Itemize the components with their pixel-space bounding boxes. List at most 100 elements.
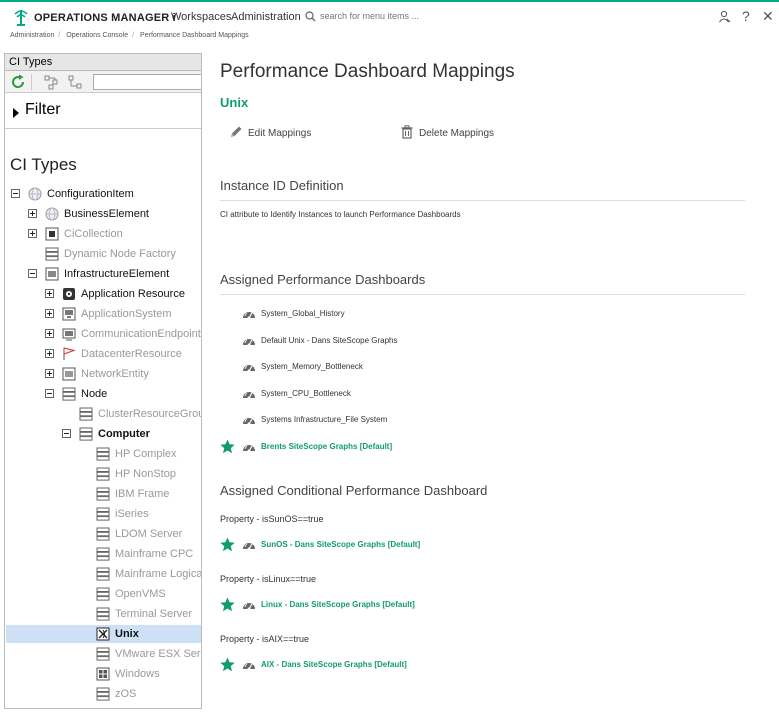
tree-node[interactable]: CommunicationEndpoint	[5, 325, 201, 343]
menu-search[interactable]	[305, 10, 425, 26]
ci-type-subtitle: Unix	[220, 95, 249, 110]
expand-plus-icon[interactable]	[45, 289, 54, 298]
caret-right-icon	[13, 108, 19, 118]
condition-property: Property - isAIX==true	[220, 634, 310, 644]
gauge-icon	[242, 387, 256, 405]
tree-node[interactable]: LDOM Server	[5, 525, 201, 543]
tree-node[interactable]: Application Resource	[5, 285, 201, 303]
tree-node[interactable]: VMware ESX Ser	[5, 645, 201, 663]
tree-node[interactable]: zOS	[5, 685, 201, 703]
filter-toggle[interactable]: Filter	[5, 93, 201, 129]
breadcrumb-administration[interactable]: Administration	[10, 32, 54, 39]
tree-node[interactable]: Node	[5, 385, 201, 403]
tree-node-label: InfrastructureElement	[64, 268, 170, 280]
tree-node[interactable]: CiCollection	[5, 225, 201, 243]
default-dashboard-item[interactable]: Brents SiteScope Graphs [Default]	[220, 439, 620, 454]
filter-label: Filter	[25, 101, 61, 118]
tree-node[interactable]: HP NonStop	[5, 465, 201, 483]
expand-plus-icon[interactable]	[45, 349, 54, 358]
tree-node[interactable]: BusinessElement	[5, 205, 201, 223]
tree-node[interactable]: Unix	[5, 625, 201, 643]
tree-node[interactable]: Mainframe Logica	[5, 565, 201, 583]
collapse-all-icon[interactable]	[67, 74, 83, 90]
tree-node-label: Unix	[115, 628, 139, 640]
tree-node-label: Computer	[98, 428, 150, 440]
tree-node[interactable]: Mainframe CPC	[5, 545, 201, 563]
conditional-dashboard-item[interactable]: Linux - Dans SiteScope Graphs [Default]	[220, 597, 620, 612]
tree-node[interactable]: DatacenterResource	[5, 345, 201, 363]
expand-plus-icon[interactable]	[45, 369, 54, 378]
tree-node-label: Node	[81, 388, 108, 400]
conditional-dashboard-item[interactable]: SunOS - Dans SiteScope Graphs [Default]	[220, 537, 620, 552]
server-icon	[96, 587, 110, 601]
tree-node-label: Mainframe CPC	[115, 548, 194, 560]
gauge-icon	[242, 307, 256, 325]
gauge-icon	[242, 538, 256, 556]
condition-property: Property - isSunOS==true	[220, 514, 324, 524]
dashboard-item[interactable]: Systems Infrastructure_File System	[220, 413, 620, 427]
tree-node[interactable]: Computer	[5, 425, 201, 443]
expand-plus-icon[interactable]	[45, 329, 54, 338]
collapse-minus-icon[interactable]	[62, 429, 71, 438]
tree-node[interactable]: ApplicationSystem	[5, 305, 201, 323]
tree-node[interactable]: iSeries	[5, 505, 201, 523]
tree-node-label: ConfigurationItem	[47, 188, 134, 200]
server-icon	[96, 527, 110, 541]
server-icon	[79, 427, 93, 441]
expand-plus-icon[interactable]	[28, 229, 37, 238]
tree-node[interactable]: ConfigurationItem	[5, 185, 201, 203]
collapse-minus-icon[interactable]	[45, 389, 54, 398]
server-icon	[96, 507, 110, 521]
search-input[interactable]	[320, 11, 420, 21]
tree-node[interactable]: OpenVMS	[5, 585, 201, 603]
tree-node[interactable]: Terminal Server	[5, 605, 201, 623]
tree-node[interactable]: ClusterResourceGrou	[5, 405, 201, 423]
tree-node-label: HP Complex	[115, 448, 177, 460]
tree-node[interactable]: NetworkEntity	[5, 365, 201, 383]
collapse-minus-icon[interactable]	[11, 189, 20, 198]
tree-node-label: CommunicationEndpoint	[81, 328, 201, 340]
tree-node-label: Dynamic Node Factory	[64, 248, 176, 260]
tree-node[interactable]: Dynamic Node Factory	[5, 245, 201, 263]
tree-node-label: CiCollection	[64, 228, 123, 240]
nav-administration[interactable]: Administration	[231, 11, 301, 23]
tree-node-label: LDOM Server	[115, 528, 183, 540]
breadcrumb-current: Performance Dashboard Mappings	[140, 32, 249, 39]
expand-all-icon[interactable]	[43, 74, 59, 90]
tree-node-label: zOS	[115, 688, 137, 700]
dashboard-label: Linux - Dans SiteScope Graphs [Default]	[261, 600, 415, 609]
tree-heading: CI Types	[10, 155, 77, 174]
gauge-icon	[242, 413, 256, 431]
dashboard-item[interactable]: Default Unix - Dans SiteScope Graphs	[220, 334, 620, 348]
ci-type-search-field[interactable]	[93, 74, 201, 90]
nav-workspaces[interactable]: Workspaces	[171, 11, 231, 23]
server-icon	[96, 567, 110, 581]
server-icon	[96, 687, 110, 701]
expand-plus-icon[interactable]	[45, 309, 54, 318]
delete-mappings-label: Delete Mappings	[419, 128, 495, 139]
dashboard-item[interactable]: System_CPU_Bottleneck	[220, 387, 620, 401]
ci-root-icon	[28, 187, 42, 201]
instance-id-heading: Instance ID Definition	[220, 178, 344, 193]
dashboard-label: System_CPU_Bottleneck	[261, 389, 351, 398]
dashboard-item[interactable]: System_Memory_Bottleneck	[220, 360, 620, 374]
refresh-icon[interactable]	[10, 74, 26, 90]
collapse-minus-icon[interactable]	[28, 269, 37, 278]
server-icon	[62, 387, 76, 401]
tree-node[interactable]: HP Complex	[5, 445, 201, 463]
tree-node[interactable]: InfrastructureElement	[5, 265, 201, 283]
dashboard-item[interactable]: System_Global_History	[220, 307, 620, 321]
expand-plus-icon[interactable]	[28, 209, 37, 218]
user-icon[interactable]	[718, 10, 731, 26]
dashboard-label: System_Memory_Bottleneck	[261, 362, 363, 371]
help-icon[interactable]: ?	[742, 8, 750, 24]
conditional-dashboards-heading: Assigned Conditional Performance Dashboa…	[220, 483, 488, 498]
gauge-icon	[242, 360, 256, 378]
tree-node[interactable]: IBM Frame	[5, 485, 201, 503]
tree-node[interactable]: Windows	[5, 665, 201, 683]
page-title: Performance Dashboard Mappings	[220, 61, 515, 82]
conditional-dashboard-item[interactable]: AIX - Dans SiteScope Graphs [Default]	[220, 657, 620, 672]
server-icon	[45, 247, 59, 261]
breadcrumb-operations-console[interactable]: Operations Console	[66, 32, 128, 39]
close-icon[interactable]: ✕	[762, 8, 774, 25]
